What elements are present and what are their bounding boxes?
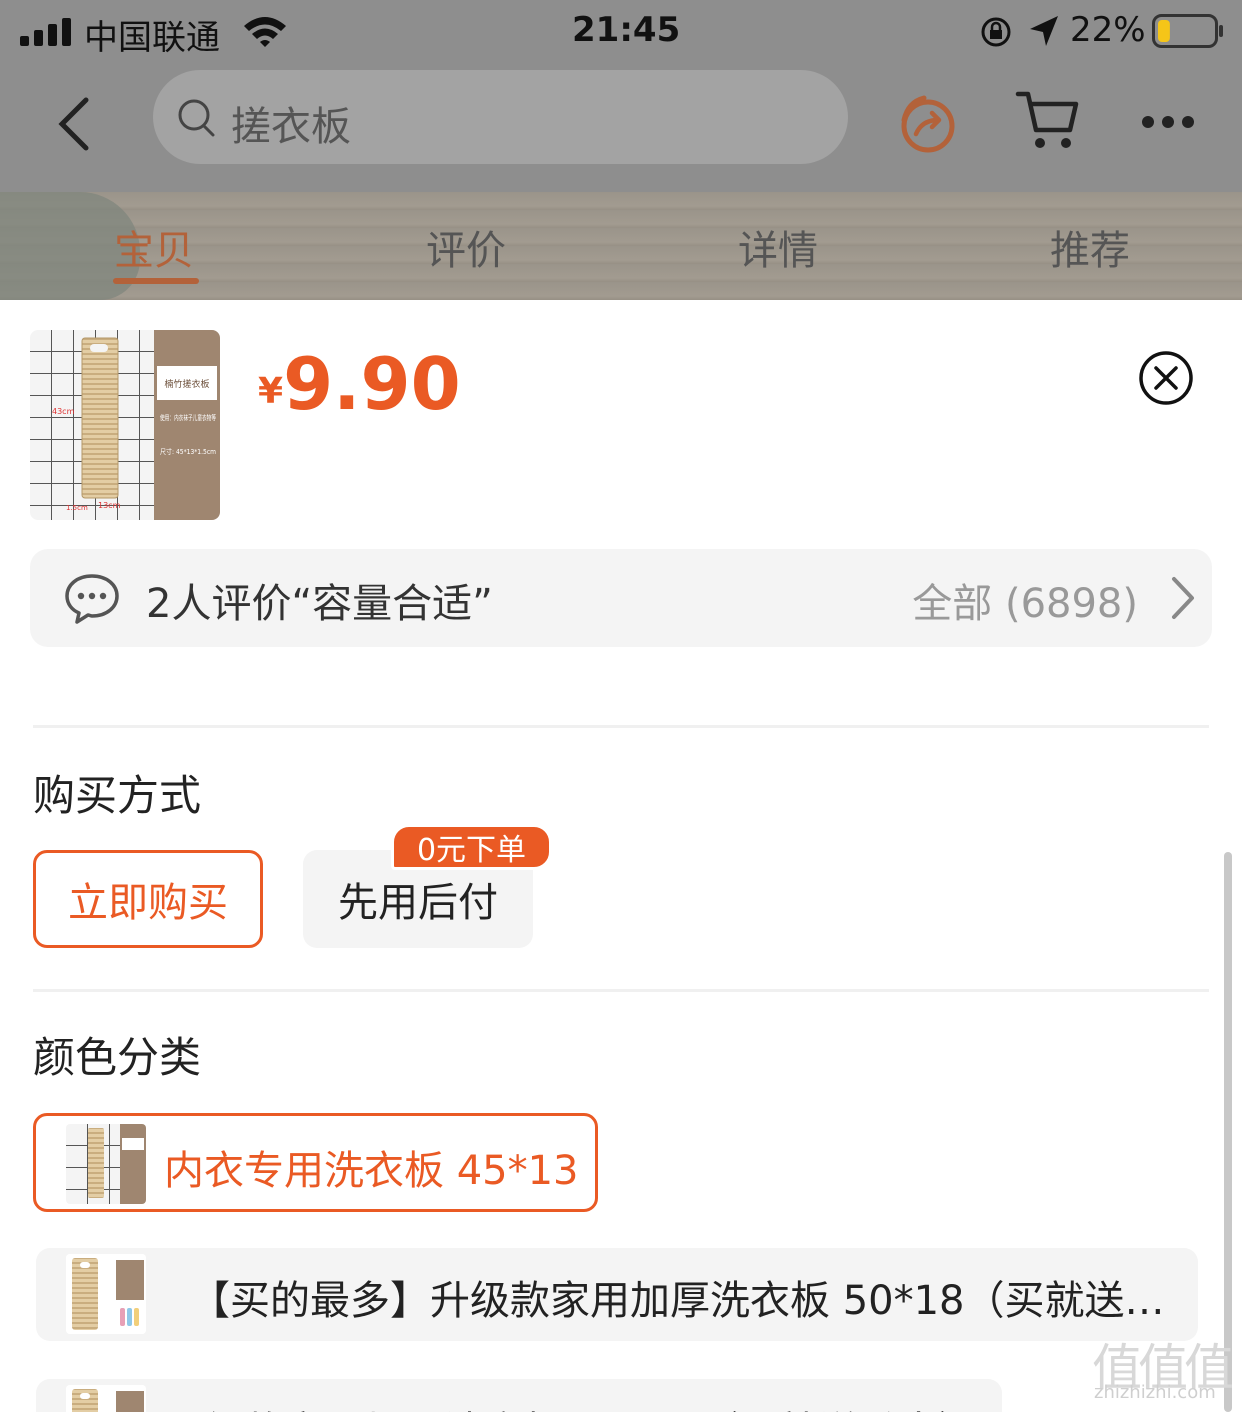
active-tab-indicator	[113, 278, 199, 284]
color-category-title: 颜色分类	[33, 1033, 202, 1082]
more-icon[interactable]	[1138, 110, 1198, 134]
sku-sheet: 楠竹搓衣板 使用：内衣袜子儿童衣物等 尺寸: 45*13*1.5cm 43cm …	[0, 300, 1242, 1412]
buy-now-label: 立即购买	[68, 880, 228, 926]
chat-bubble-icon	[65, 574, 119, 624]
watermark-url: zhizhizhi.com	[1094, 1382, 1216, 1403]
back-icon[interactable]	[52, 94, 96, 154]
tab-item[interactable]: 宝贝	[114, 218, 194, 276]
battery-icon	[1152, 14, 1223, 48]
product-thumbnail[interactable]: 楠竹搓衣板 使用：内衣袜子儿童衣物等 尺寸: 45*13*1.5cm 43cm …	[30, 330, 220, 520]
sku-option[interactable]: 【买的最多】升级款家用加厚洗衣板 50*18（买就送…	[36, 1248, 1198, 1341]
divider	[33, 989, 1209, 992]
dimmed-background[interactable]: 中国联通 21:45 22% 搓衣板 宝贝 评价 详情 推荐	[0, 0, 1242, 300]
pay-later-label: 先用后付	[338, 880, 498, 926]
thumb-dim-width: 13cm	[98, 501, 121, 510]
currency-symbol: ¥	[258, 371, 284, 412]
buy-now-option[interactable]: 立即购买	[33, 850, 263, 948]
thumb-usage: 使用：内衣袜子儿童衣物等	[160, 413, 216, 422]
tab-recommend[interactable]: 推荐	[1050, 218, 1130, 276]
status-bar: 中国联通 21:45 22%	[0, 0, 1242, 64]
tab-reviews[interactable]: 评价	[426, 218, 506, 276]
search-placeholder: 搓衣板	[231, 104, 351, 150]
thumb-title: 楠竹搓衣板	[164, 378, 209, 390]
all-reviews-link[interactable]: 全部 (6898)	[912, 571, 1138, 629]
sku-thumbnail	[66, 1385, 146, 1412]
purchase-method-title: 购买方式	[33, 771, 202, 820]
sku-option[interactable]: 升级款家用加厚洗衣板 55*19（买就送毛巾）	[36, 1379, 1002, 1412]
sku-thumbnail	[66, 1254, 146, 1334]
sku-thumbnail	[66, 1124, 146, 1204]
review-summary-text: 2人评价“容量合适”	[146, 581, 493, 627]
price: ¥9.90	[258, 342, 461, 426]
tab-details[interactable]: 详情	[738, 218, 818, 276]
sku-label: 内衣专用洗衣板 45*13	[164, 1148, 579, 1194]
location-arrow-icon	[1030, 16, 1058, 46]
carrier-name: 中国联通	[84, 18, 220, 58]
zero-yuan-badge: 0元下单	[391, 824, 552, 870]
thumb-dim-depth: 1.5cm	[66, 504, 88, 512]
search-input[interactable]: 搓衣板	[153, 70, 848, 164]
search-icon	[178, 99, 215, 137]
price-value: 9.90	[283, 342, 461, 426]
rotation-lock-icon	[981, 17, 1011, 47]
sku-label: 升级款家用加厚洗衣板 55*19（买就送毛巾）	[164, 1399, 979, 1412]
tab-bar: 宝贝 评价 详情 推荐	[0, 192, 1242, 300]
clock: 21:45	[572, 10, 681, 50]
divider	[33, 725, 1209, 728]
close-icon[interactable]	[1138, 350, 1194, 406]
review-summary-row[interactable]: 2人评价“容量合适” 全部 (6898)	[30, 549, 1212, 647]
chevron-right-icon	[1172, 577, 1194, 619]
thumb-size: 尺寸: 45*13*1.5cm	[160, 447, 216, 456]
product-image: 楠竹搓衣板 使用：内衣袜子儿童衣物等 尺寸: 45*13*1.5cm 43cm …	[30, 330, 220, 520]
watermark-logo: 值值值 zhizhizhi.com	[1092, 1328, 1237, 1406]
sku-label: 【买的最多】升级款家用加厚洗衣板 50*18（买就送…	[190, 1278, 1165, 1324]
battery-percentage: 22%	[1070, 10, 1146, 50]
wifi-icon	[244, 17, 286, 47]
cart-icon[interactable]	[1014, 88, 1080, 154]
signal-icon	[20, 18, 71, 46]
share-icon[interactable]	[894, 92, 958, 156]
sku-option-selected[interactable]: 内衣专用洗衣板 45*13	[33, 1113, 598, 1212]
nav-bar: 搓衣板	[0, 64, 1242, 192]
thumb-dim-height: 43cm	[52, 407, 75, 416]
